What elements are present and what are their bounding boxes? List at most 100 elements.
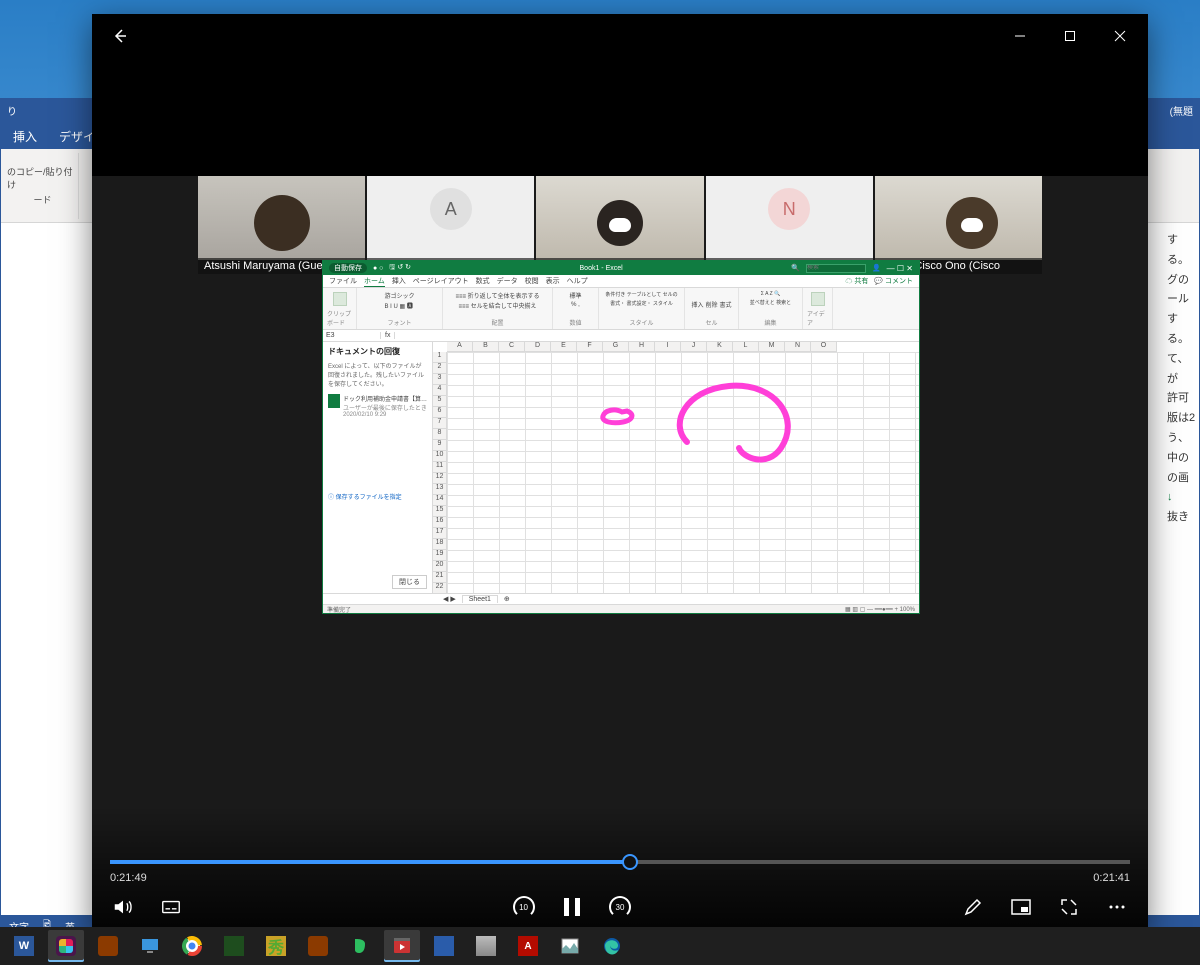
subtitle-icon xyxy=(160,896,182,918)
word-tab-insert[interactable]: 挿入 xyxy=(11,124,39,149)
excel-search[interactable] xyxy=(806,264,866,273)
taskbar-app-icon[interactable] xyxy=(90,930,126,962)
maximize-icon xyxy=(1064,30,1076,42)
excel-formula-bar[interactable]: E3 fx xyxy=(323,330,919,342)
taskbar-video-player-icon[interactable] xyxy=(384,930,420,962)
skip-back-label: 10 xyxy=(520,903,529,912)
taskbar-word-icon[interactable]: W xyxy=(6,930,42,962)
taskbar-app-icon[interactable]: 秀 xyxy=(258,930,294,962)
excel-tab[interactable]: 校閲 xyxy=(525,276,539,286)
mini-view-button[interactable] xyxy=(1008,894,1034,920)
word-text-line: する。 xyxy=(1167,231,1199,271)
excel-tab[interactable]: データ xyxy=(497,276,518,286)
taskbar-photos-icon[interactable] xyxy=(552,930,588,962)
excel-status-bar: 準備完了 ▦ ▥ ▢ — ━━●━━ + 100% xyxy=(323,604,919,613)
excel-document-recovery-pane[interactable]: ドキュメントの回復 Excel によって、以下のファイルが回復されました。残した… xyxy=(323,342,433,593)
skip-forward-button[interactable]: 30 xyxy=(607,894,633,920)
excel-zoom[interactable]: 100% xyxy=(900,607,915,613)
word-text-line: する。 xyxy=(1167,310,1199,350)
recovery-close-button[interactable]: 閉じる xyxy=(392,575,427,589)
recovery-file-name: ドック利用補助金申請書【算… xyxy=(343,394,427,403)
excel-file-icon xyxy=(328,394,340,408)
excel-autosave-toggle[interactable]: 自動保存 xyxy=(329,263,367,273)
taskbar-chrome-icon[interactable] xyxy=(174,930,210,962)
taskbar-evernote-icon[interactable] xyxy=(342,930,378,962)
excel-add-sheet[interactable]: ⊕ xyxy=(504,595,510,603)
excel-grid[interactable]: ABCDEFGHIJKLMNO 123456789101112131415161… xyxy=(433,342,919,593)
excel-tab[interactable]: 数式 xyxy=(476,276,490,286)
excel-tab[interactable]: ヘルプ xyxy=(567,276,588,286)
fullscreen-button[interactable] xyxy=(1056,894,1082,920)
word-save-indicator: り xyxy=(7,103,17,118)
excel-tab-home[interactable]: ホーム xyxy=(364,276,385,287)
taskbar-app-icon[interactable] xyxy=(300,930,336,962)
more-button[interactable] xyxy=(1104,894,1130,920)
recovery-title: ドキュメントの回復 xyxy=(328,346,427,357)
edit-button[interactable] xyxy=(960,894,986,920)
pencil-icon xyxy=(963,897,983,917)
word-text-line: う、 xyxy=(1167,429,1199,449)
recovery-file-time: 2020/02/10 9:29 xyxy=(343,412,427,418)
recovery-select-link[interactable]: ⓘ 保存するファイルを指定 xyxy=(328,492,427,501)
excel-comment-button[interactable]: 💬 コメント xyxy=(874,276,913,286)
seek-bar[interactable] xyxy=(110,860,1130,864)
word-text-line: 許可 xyxy=(1167,389,1199,409)
taskbar-app-icon[interactable] xyxy=(426,930,462,962)
word-title-right-label: (無題 xyxy=(1170,103,1193,118)
video-surface[interactable]: Atsushi Maruyama (Gue A Atsushi Maruyama… xyxy=(92,58,1148,934)
excel-window-controls[interactable]: — ☐ ✕ xyxy=(887,264,913,273)
pause-icon xyxy=(562,896,582,918)
excel-tab-file[interactable]: ファイル xyxy=(329,276,357,286)
excel-name-box[interactable]: E3 xyxy=(323,332,381,339)
word-text-line: ↓ xyxy=(1167,488,1199,508)
fullscreen-icon xyxy=(1059,897,1079,917)
word-text-line: が xyxy=(1167,370,1199,390)
windows-taskbar[interactable]: W 秀 A xyxy=(0,927,1200,965)
speaker-icon xyxy=(112,896,134,918)
word-text-line: 中の xyxy=(1167,449,1199,469)
recovery-desc: Excel によって、以下のファイルが回復されました。残したいファイルを保存して… xyxy=(328,361,427,388)
word-text-line: の画 xyxy=(1167,469,1199,489)
close-icon xyxy=(1114,30,1126,42)
minimize-button[interactable] xyxy=(998,20,1042,52)
taskbar-slack-icon[interactable] xyxy=(48,930,84,962)
excel-sheet-bar[interactable]: ◀ ▶ Sheet1 ⊕ xyxy=(323,593,919,604)
excel-title: Book1 - Excel xyxy=(580,265,623,272)
excel-share-button[interactable]: ☁ 共有 xyxy=(845,276,868,286)
taskbar-acrobat-icon[interactable]: A xyxy=(510,930,546,962)
word-clipboard-group[interactable]: のコピー/貼り付け ード xyxy=(7,153,79,219)
excel-tab[interactable]: 表示 xyxy=(546,276,560,286)
back-button[interactable] xyxy=(98,20,142,52)
word-text-line: ール xyxy=(1167,290,1199,310)
mini-player-icon xyxy=(1010,897,1032,917)
recovery-file-meta: ユーザーが最後に保存したとき xyxy=(343,403,427,412)
word-paste-label: のコピー/貼り付け xyxy=(7,165,78,191)
maximize-button[interactable] xyxy=(1048,20,1092,52)
word-text-line: 抜き xyxy=(1167,508,1199,528)
excel-ribbon[interactable]: クリップボード 游ゴシックB I U ▦ 🅰フォント ≡≡≡ 折り返して全体を表… xyxy=(323,288,919,330)
excel-ribbon-tabs[interactable]: ファイル ホーム 挿入 ページレイアウト 数式 データ 校閲 表示 ヘルプ ☁ … xyxy=(323,275,919,288)
annotation-drawing xyxy=(447,352,919,582)
arrow-left-icon xyxy=(112,28,128,44)
word-visible-text: する。 グの ール する。 て、 が 許可 版は2 う、 中の の画 ↓ 抜き xyxy=(1167,223,1199,915)
volume-button[interactable] xyxy=(110,894,136,920)
excel-status-text: 準備完了 xyxy=(327,605,351,614)
word-clipboard-group-label: ード xyxy=(33,193,51,206)
taskbar-desktop-icon[interactable] xyxy=(132,930,168,962)
excel-sheet-tab[interactable]: Sheet1 xyxy=(462,595,498,603)
taskbar-edge-icon[interactable] xyxy=(594,930,630,962)
seek-thumb[interactable] xyxy=(622,854,638,870)
excel-tab[interactable]: ページレイアウト xyxy=(413,276,469,286)
player-controls: 0:21:49 0:21:41 10 xyxy=(92,806,1148,934)
skip-back-button[interactable]: 10 xyxy=(511,894,537,920)
excel-tab[interactable]: 挿入 xyxy=(392,276,406,286)
word-text-line: グの xyxy=(1167,271,1199,291)
recovery-file[interactable]: ドック利用補助金申請書【算… ユーザーが最後に保存したとき 2020/02/10… xyxy=(328,394,427,418)
play-pause-button[interactable] xyxy=(559,894,585,920)
word-title-right: (無題 xyxy=(1164,99,1199,121)
subtitle-button[interactable] xyxy=(158,894,184,920)
close-button[interactable] xyxy=(1098,20,1142,52)
taskbar-app-icon[interactable] xyxy=(216,930,252,962)
taskbar-app-icon[interactable] xyxy=(468,930,504,962)
avatar: N xyxy=(768,188,810,230)
